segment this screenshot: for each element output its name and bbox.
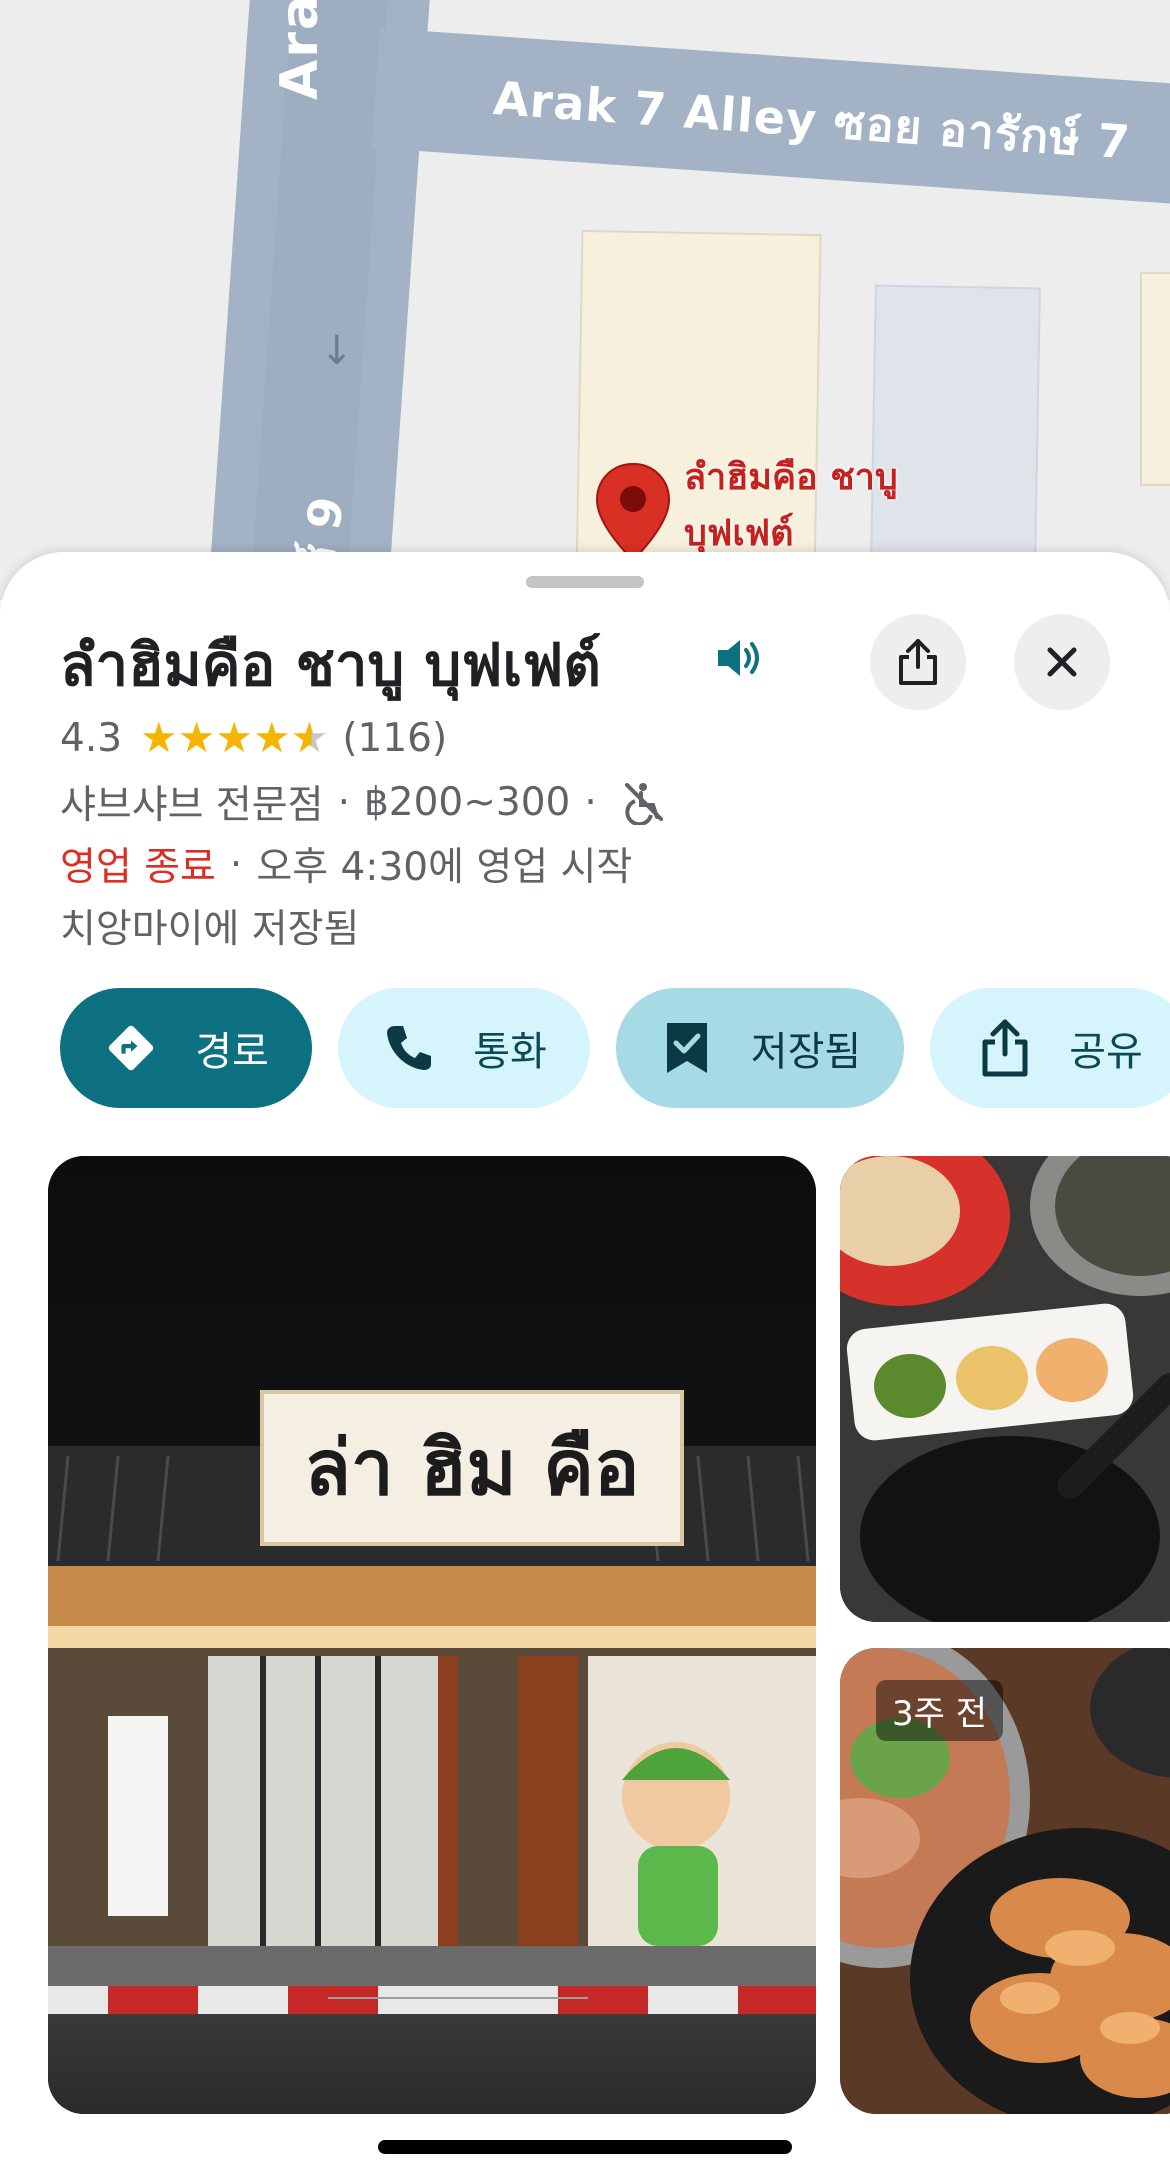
- speaker-icon[interactable]: [708, 628, 768, 688]
- directions-button[interactable]: 경로: [60, 988, 312, 1108]
- star-icon: ★: [215, 713, 253, 762]
- saved-list-row[interactable]: 치앙마이에 저장됨: [60, 898, 359, 954]
- pin-label[interactable]: ลำฮิมคือ ชาบู บุฟเฟต์: [684, 450, 898, 562]
- call-label: 통화: [473, 1029, 547, 1075]
- share-icon: [899, 639, 937, 685]
- hours-row[interactable]: 영업 종료 · 오후 4:30에 영업 시작: [60, 836, 632, 892]
- share-button[interactable]: [870, 614, 966, 710]
- star-icon: ★: [140, 713, 178, 762]
- sheet-grabber[interactable]: [526, 576, 644, 588]
- storefront-sign-text: ล่า ฮิม คือ: [304, 1423, 639, 1512]
- photo-age-badge: 3주 전: [876, 1680, 1003, 1741]
- photo-hotpot[interactable]: 3주 전: [840, 1648, 1170, 2114]
- directions-label: 경로: [195, 1029, 269, 1075]
- building-block: [1140, 272, 1170, 486]
- no-wheelchair-icon: [624, 783, 663, 825]
- directions-icon: [103, 1020, 159, 1076]
- close-button[interactable]: [1014, 614, 1110, 710]
- pin-label-line1: ลำฮิมคือ ชาบู: [684, 457, 898, 498]
- saved-list-text: 치앙마이에 저장됨: [60, 907, 360, 952]
- star-icon: ★: [253, 713, 291, 762]
- star-rating: ★ ★ ★ ★ ★: [140, 717, 328, 759]
- separator: ·: [337, 779, 350, 825]
- open-status: 영업 종료: [60, 845, 216, 890]
- separator: ·: [584, 779, 597, 825]
- action-chips: 경로 통화 저장됨 공유: [60, 988, 1170, 1108]
- share-icon: [977, 1019, 1033, 1077]
- place-title: ลำฮิมคือ ชาบู บุฟเฟต์: [60, 631, 601, 699]
- map-pin-icon[interactable]: [594, 462, 672, 562]
- share-chip-button[interactable]: 공유: [930, 988, 1170, 1108]
- road-label-vertical: Arak R: [270, 0, 330, 100]
- star-icon: ★: [177, 713, 216, 762]
- saved-button[interactable]: 저장됨: [616, 988, 904, 1108]
- call-button[interactable]: 통화: [338, 988, 590, 1108]
- category-row: 샤브샤브 전문점 · ฿200~300 ·: [60, 774, 667, 830]
- share-label: 공유: [1069, 1029, 1143, 1075]
- category: 샤브샤브 전문점: [60, 783, 324, 828]
- bookmark-icon: [659, 1020, 715, 1076]
- map-view[interactable]: Arak R Arak 7 Alley ซอย อารักษ์ 7 ↓ ซ์ 9…: [0, 0, 1170, 600]
- price-range: ฿200~300: [363, 779, 571, 825]
- separator: ·: [229, 841, 243, 887]
- rating-row[interactable]: 4.3 ★ ★ ★ ★ ★ (116): [60, 712, 447, 764]
- opening-time: 오후 4:30에 영업 시작: [256, 845, 633, 890]
- saved-label: 저장됨: [750, 1029, 862, 1075]
- phone-icon: [381, 1020, 437, 1076]
- close-icon: [1047, 647, 1077, 677]
- photo-sauces[interactable]: [840, 1156, 1170, 1622]
- home-indicator[interactable]: [378, 2140, 792, 2154]
- review-count: (116): [342, 715, 448, 761]
- half-star-icon: ★: [290, 713, 329, 762]
- one-way-arrow-icon: ↓: [320, 328, 354, 374]
- rating-value: 4.3: [60, 715, 123, 761]
- photo-storefront[interactable]: ล่า ฮิม คือ: [48, 1156, 816, 2114]
